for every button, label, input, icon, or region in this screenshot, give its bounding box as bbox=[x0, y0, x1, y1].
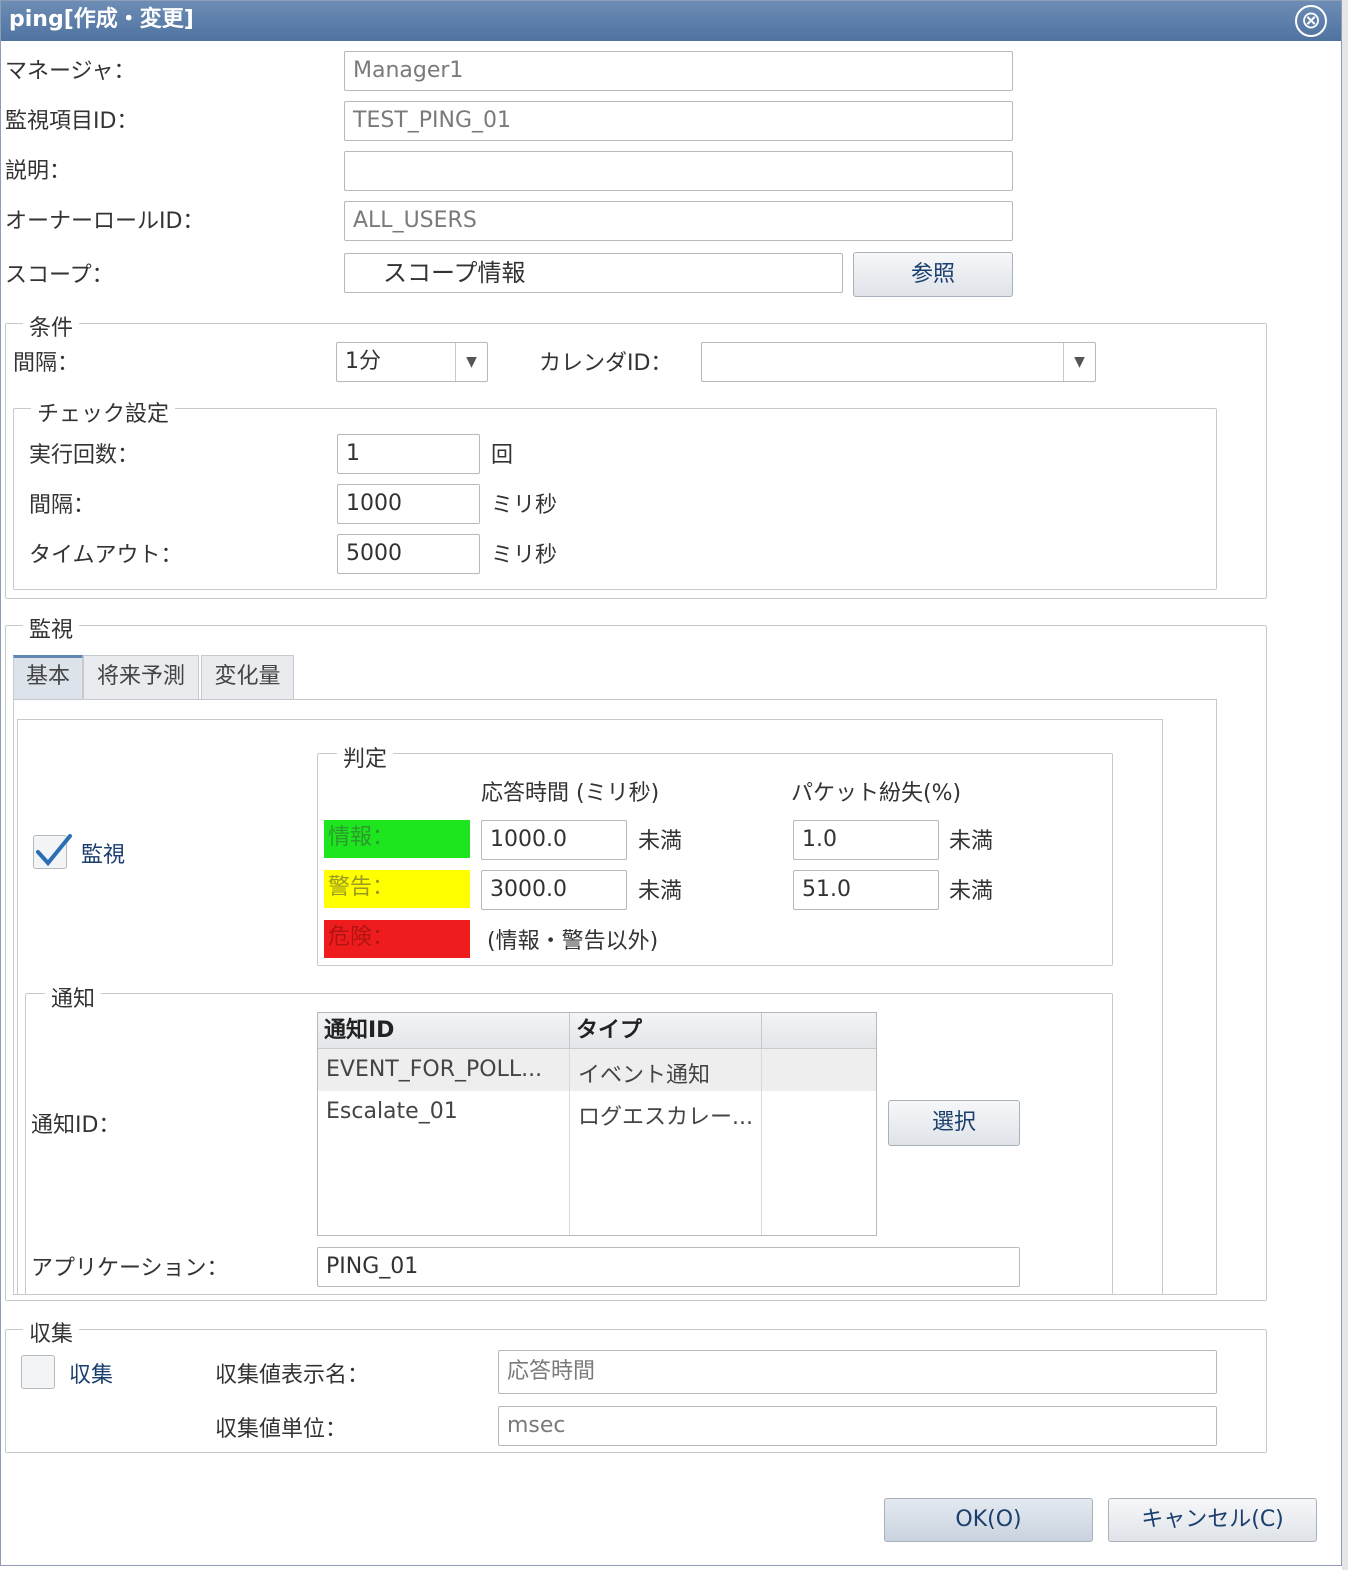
run-count-field[interactable]: 1 bbox=[337, 434, 480, 474]
tab-forecast[interactable]: 将来予測 bbox=[83, 655, 199, 699]
scope-label: スコープ： bbox=[5, 263, 114, 288]
table-header-notify-id[interactable]: 通知ID bbox=[318, 1013, 570, 1049]
owner-role-label: オーナーロールID： bbox=[5, 209, 205, 234]
owner-role-field[interactable]: ALL_USERS bbox=[344, 201, 1013, 241]
scope-browse-button[interactable]: 参照 bbox=[853, 252, 1013, 297]
monitor-id-field[interactable]: TEST_PING_01 bbox=[344, 101, 1013, 141]
calendar-select[interactable]: ▼ bbox=[701, 342, 1096, 382]
collect-display-name-label: 収集値表示名： bbox=[215, 1363, 370, 1388]
application-label: アプリケーション： bbox=[31, 1256, 229, 1281]
run-count-unit: 回 bbox=[491, 443, 514, 468]
timeout-label: タイムアウト： bbox=[29, 543, 183, 568]
tab-delta[interactable]: 変化量 bbox=[201, 655, 294, 699]
chevron-down-icon[interactable]: ▼ bbox=[1063, 343, 1095, 381]
scope-field[interactable]: スコープ情報 bbox=[344, 253, 843, 293]
warning-packet-less-than: 未満 bbox=[949, 879, 994, 904]
notify-title: 通知 bbox=[45, 981, 102, 1013]
interval-value: 1分 bbox=[345, 349, 381, 374]
tab-basic[interactable]: 基本 bbox=[13, 655, 83, 699]
collect-display-name-field[interactable]: 応答時間 bbox=[498, 1350, 1217, 1394]
checkmark-icon bbox=[36, 834, 72, 867]
ping-dialog: ping[作成・変更] ⊗ マネージャ： Manager1 監視項目ID： TE… bbox=[0, 0, 1342, 1566]
ok-button[interactable]: OK(O) bbox=[884, 1498, 1093, 1542]
info-response-field[interactable]: 1000.0 bbox=[481, 820, 627, 860]
info-level-box: 情報： bbox=[324, 820, 470, 858]
judgement-title: 判定 bbox=[337, 741, 394, 773]
notify-select-button[interactable]: 選択 bbox=[888, 1100, 1020, 1146]
info-response-less-than: 未満 bbox=[638, 829, 683, 854]
warning-response-field[interactable]: 3000.0 bbox=[481, 870, 627, 910]
interval-select[interactable]: 1分 ▼ bbox=[336, 342, 488, 382]
conditions-title: 条件 bbox=[23, 310, 80, 342]
table-header-empty bbox=[762, 1013, 876, 1049]
monitor-checkbox[interactable] bbox=[33, 834, 72, 869]
column-divider bbox=[761, 1049, 762, 1235]
notify-table: 通知ID タイプ EVENT_FOR_POLL... イベント通知 Escala… bbox=[317, 1012, 877, 1236]
cancel-button[interactable]: キャンセル(C) bbox=[1108, 1498, 1317, 1542]
info-packet-less-than: 未満 bbox=[949, 829, 994, 854]
response-time-header: 応答時間 (ミリ秒) bbox=[481, 781, 660, 806]
check-interval-field[interactable]: 1000 bbox=[337, 484, 480, 524]
notify-id-label: 通知ID： bbox=[31, 1113, 121, 1138]
manager-field[interactable]: Manager1 bbox=[344, 51, 1013, 91]
monitor-checkbox-label[interactable]: 監視 bbox=[81, 837, 125, 869]
dialog-title: ping[作成・変更] bbox=[9, 7, 194, 32]
check-interval-label: 間隔： bbox=[29, 493, 96, 518]
timeout-field[interactable]: 5000 bbox=[337, 534, 480, 574]
packet-loss-header: パケット紛失(%) bbox=[791, 781, 962, 806]
danger-description: (情報・警告以外) bbox=[487, 929, 659, 954]
description-label: 説明： bbox=[5, 159, 72, 184]
manager-label: マネージャ： bbox=[5, 59, 136, 84]
warning-packet-field[interactable]: 51.0 bbox=[793, 870, 939, 910]
table-header-type[interactable]: タイプ bbox=[570, 1013, 762, 1049]
chevron-down-icon[interactable]: ▼ bbox=[455, 343, 487, 381]
table-cell-id: EVENT_FOR_POLL... bbox=[326, 1057, 543, 1082]
collect-checkbox[interactable] bbox=[21, 1355, 55, 1389]
warning-response-less-than: 未満 bbox=[638, 879, 683, 904]
monitor-title: 監視 bbox=[23, 612, 80, 644]
check-interval-unit: ミリ秒 bbox=[491, 493, 558, 518]
check-settings-group bbox=[13, 408, 1217, 590]
monitor-id-label: 監視項目ID： bbox=[5, 109, 139, 134]
timeout-unit: ミリ秒 bbox=[491, 543, 558, 568]
description-field[interactable] bbox=[344, 151, 1013, 191]
collect-checkbox-label[interactable]: 収集 bbox=[69, 1357, 113, 1389]
table-cell-type: ログエスカレー... bbox=[578, 1105, 753, 1130]
calendar-label: カレンダID： bbox=[539, 351, 673, 376]
run-count-label: 実行回数： bbox=[29, 443, 140, 468]
close-icon[interactable]: ⊗ bbox=[1295, 5, 1327, 37]
warning-level-box: 警告： bbox=[324, 870, 470, 908]
interval-label: 間隔： bbox=[13, 351, 80, 376]
application-field[interactable]: PING_01 bbox=[317, 1247, 1020, 1287]
collect-title: 収集 bbox=[23, 1316, 80, 1348]
check-settings-title: チェック設定 bbox=[31, 396, 176, 428]
info-packet-field[interactable]: 1.0 bbox=[793, 820, 939, 860]
collect-unit-field[interactable]: msec bbox=[498, 1406, 1217, 1446]
table-cell-type: イベント通知 bbox=[578, 1063, 711, 1088]
danger-level-box: 危険： bbox=[324, 920, 470, 958]
title-bar: ping[作成・変更] ⊗ bbox=[1, 1, 1341, 41]
collect-unit-label: 収集値単位： bbox=[215, 1417, 348, 1442]
background-strip bbox=[1342, 0, 1348, 1570]
table-cell-id: Escalate_01 bbox=[326, 1099, 458, 1124]
